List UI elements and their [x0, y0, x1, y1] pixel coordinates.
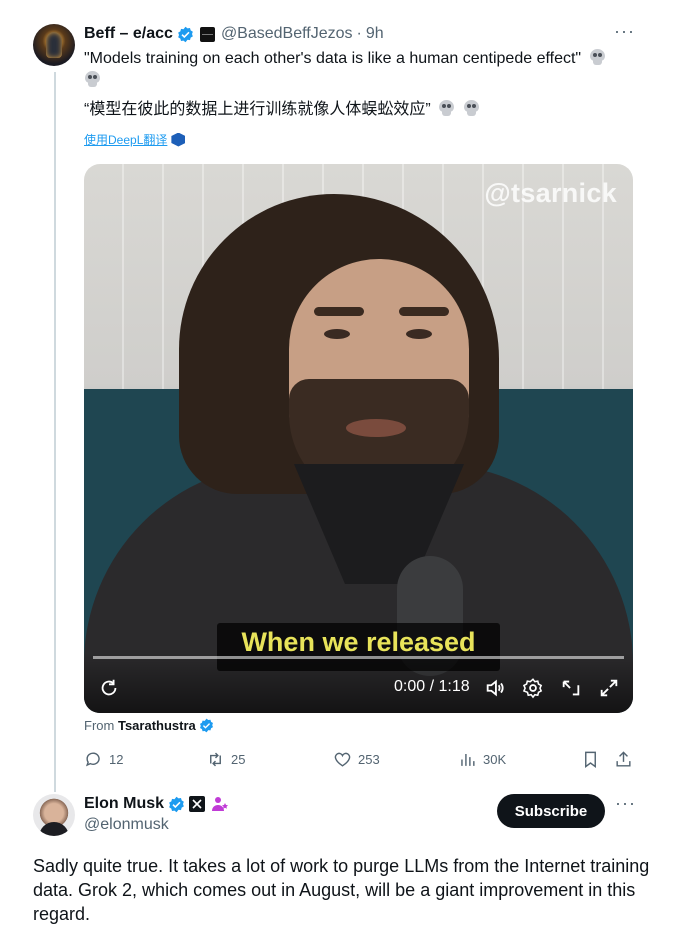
tweet-text: Sadly quite true. It takes a lot of work…: [33, 856, 650, 924]
video-progress-bar[interactable]: [93, 656, 624, 659]
video-player[interactable]: @tsarnick When we released 0:00 / 1:18: [84, 164, 633, 713]
translate-label[interactable]: 使用DeepL翻译: [84, 131, 167, 148]
from-name[interactable]: Tsarathustra: [118, 718, 196, 733]
tweet-header: Beff – e/acc @BasedBeffJezos · 9h: [84, 24, 384, 44]
government-role-icon: [212, 797, 229, 811]
tweet-text-zh: “模型在彼此的数据上进行训练就像人体蜈蚣效应”: [84, 101, 431, 118]
repost-count: 25: [231, 752, 246, 767]
skull-emoji-icon: [463, 100, 480, 117]
heart-icon: [334, 752, 351, 767]
display-name[interactable]: Beff – e/acc: [84, 25, 173, 43]
tweet-actions: 12 25 253 30K: [84, 750, 633, 770]
views-chart-icon: [461, 753, 475, 766]
handle[interactable]: @BasedBeffJezos: [221, 25, 353, 43]
person-brow: [314, 307, 364, 316]
video-attribution: From Tsarathustra: [84, 718, 214, 733]
affiliation-badge-icon[interactable]: [199, 26, 215, 42]
replay-icon[interactable]: [98, 677, 120, 699]
share-icon: [616, 751, 631, 767]
skull-emoji-icon: [589, 49, 606, 66]
more-options-icon[interactable]: ···: [615, 794, 635, 814]
reply-icon: [85, 752, 100, 767]
bookmark-icon: [585, 751, 596, 769]
repost-button[interactable]: 25: [206, 750, 245, 769]
video-time: 0:00 / 1:18: [394, 678, 470, 695]
display-name[interactable]: Elon Musk: [84, 795, 164, 813]
settings-gear-icon[interactable]: [522, 677, 544, 699]
like-count: 253: [358, 752, 380, 767]
bookmark-button[interactable]: [581, 750, 600, 769]
like-button[interactable]: 253: [333, 750, 380, 769]
volume-icon[interactable]: [484, 677, 506, 699]
video-subtitle: When we released: [241, 627, 476, 657]
verified-badge-icon: [169, 796, 184, 812]
thread-line: [54, 72, 56, 792]
translate-link[interactable]: 使用DeepL翻译: [84, 131, 186, 148]
person-eye: [406, 329, 432, 339]
avatar[interactable]: [33, 794, 75, 836]
tweet-text: "Models training on each other's data is…: [84, 48, 629, 92]
skull-emoji-icon: [438, 100, 455, 117]
verified-badge-icon: [200, 718, 214, 733]
views-count: 30K: [483, 752, 507, 767]
separator: ·: [356, 25, 362, 42]
picture-in-picture-icon[interactable]: [560, 677, 582, 699]
person-eye: [324, 329, 350, 339]
fullscreen-icon[interactable]: [598, 677, 620, 699]
handle[interactable]: @elonmusk: [84, 816, 169, 834]
translated-text: “模型在彼此的数据上进行训练就像人体蜈蚣效应”: [84, 99, 480, 121]
deepl-icon: [171, 132, 186, 147]
timestamp[interactable]: 9h: [366, 25, 384, 43]
video-watermark: @tsarnick: [484, 178, 617, 208]
repost-icon: [210, 752, 221, 767]
tweet-text-en: "Models training on each other's data is…: [84, 50, 582, 67]
tweet-header: Elon Musk: [84, 794, 229, 814]
reply-button[interactable]: 12: [84, 750, 123, 769]
reply-count: 12: [109, 752, 124, 767]
subscribe-button[interactable]: Subscribe: [497, 794, 605, 828]
person-brow: [399, 307, 449, 316]
avatar[interactable]: [33, 24, 75, 66]
more-options-icon[interactable]: ···: [614, 22, 634, 42]
from-label: From: [84, 718, 115, 733]
verified-badge-icon: [178, 26, 193, 42]
x-logo-badge-icon[interactable]: [189, 796, 206, 812]
person-mouth: [346, 419, 406, 437]
skull-emoji-icon: [84, 71, 101, 88]
views-button[interactable]: 30K: [458, 750, 506, 769]
share-button[interactable]: [614, 750, 633, 769]
